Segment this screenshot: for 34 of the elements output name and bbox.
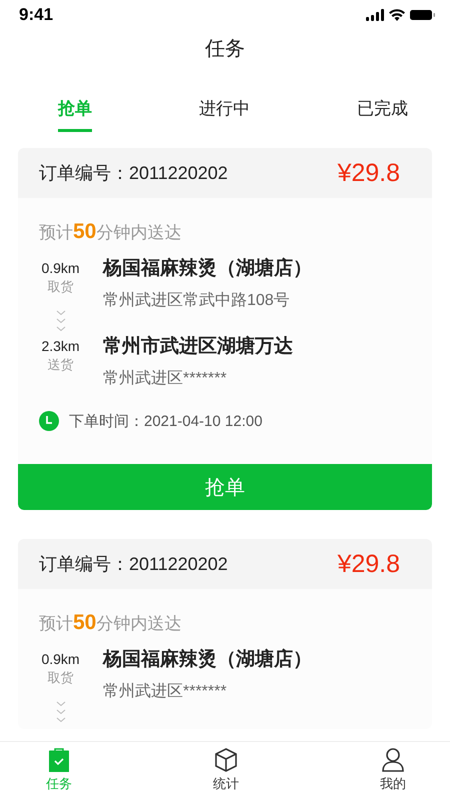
delivery-estimate: 预计50分钟内送达 <box>38 611 182 635</box>
stop-action: 取货 <box>48 278 74 296</box>
place-address: 常州武进区******* <box>103 682 228 702</box>
battery-icon <box>410 9 436 21</box>
clock-icon <box>39 411 59 431</box>
place-name: 杨国福麻辣烫（湖塘店） <box>103 256 312 281</box>
tab[interactable]: 进行中 <box>199 96 250 132</box>
order-time: 下单时间：2021-04-10 12:00 <box>69 412 262 430</box>
cube-icon <box>215 748 237 772</box>
place-address: 常州武进区******* <box>103 368 228 389</box>
stop-distance: 0.9km <box>41 260 80 276</box>
status-time: 9:41 <box>19 5 54 25</box>
clipboard-check-icon <box>49 748 69 772</box>
wifi-icon <box>389 9 405 21</box>
stop-action: 取货 <box>48 669 74 687</box>
nav-tab[interactable]: 我的 <box>374 742 412 800</box>
stop-distance: 0.9km <box>41 651 80 667</box>
user-icon <box>382 748 404 772</box>
order-number: 订单编号：2011220202 <box>39 553 228 576</box>
place-address: 常州武进区常武中路108号 <box>103 290 291 311</box>
order-price: ¥29.8 <box>337 158 400 188</box>
stop-distance: 2.3km <box>41 338 80 354</box>
place-name: 常州市武进区湖塘万达 <box>103 334 293 359</box>
signal-icon <box>366 9 384 21</box>
nav-tab[interactable]: 统计 <box>207 742 245 800</box>
delivery-estimate: 预计50分钟内送达 <box>38 220 182 244</box>
place-name: 杨国福麻辣烫（湖塘店） <box>103 648 312 672</box>
stop-action: 送货 <box>48 356 74 374</box>
chevrons-down-icon <box>56 701 66 723</box>
tab[interactable]: 已完成 <box>357 96 408 132</box>
chevrons-down-icon <box>56 310 66 332</box>
page-title: 任务 <box>205 36 245 62</box>
order-number: 订单编号：2011220202 <box>39 162 228 185</box>
order-price: ¥29.8 <box>337 550 400 578</box>
